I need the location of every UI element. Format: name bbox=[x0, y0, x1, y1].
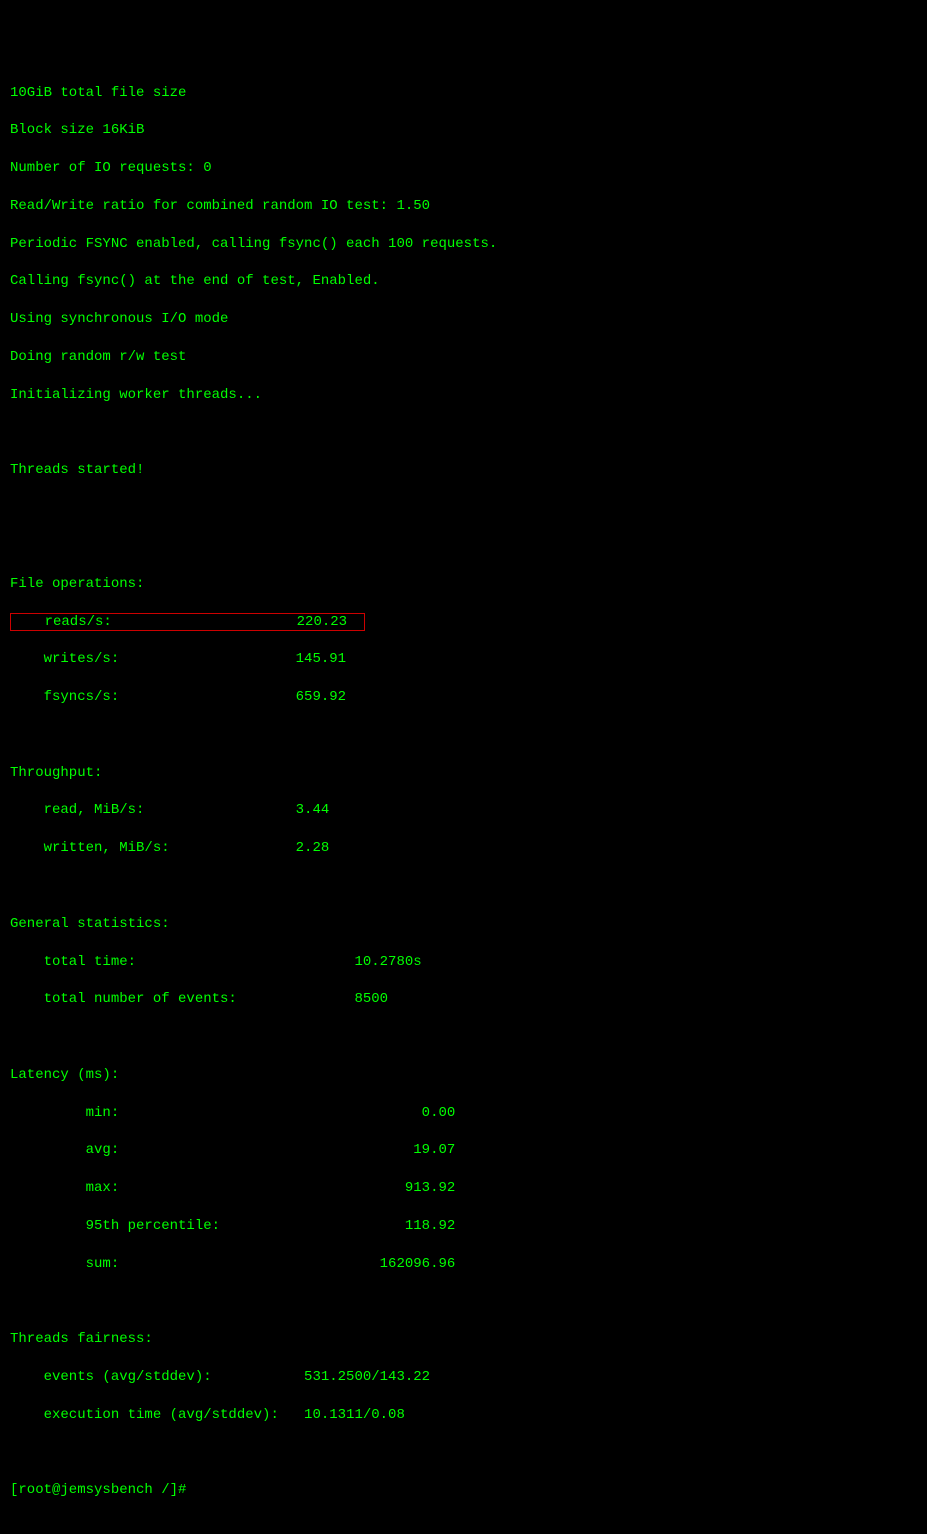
blank-line bbox=[10, 1028, 917, 1047]
shell-prompt: [root@jemsysbench /]# bbox=[10, 1482, 195, 1498]
line-rw-ratio: Read/Write ratio for combined random IO … bbox=[10, 197, 917, 216]
line-fsync-periodic: Periodic FSYNC enabled, calling fsync() … bbox=[10, 235, 917, 254]
general-stats-time-row: total time: 10.2780s bbox=[10, 953, 917, 972]
latency-avg-row: avg: 19.07 bbox=[10, 1141, 917, 1160]
line-total-file-size: 10GiB total file size bbox=[10, 84, 917, 103]
general-stats-events-row: total number of events: 8500 bbox=[10, 990, 917, 1009]
latency-max-row: max: 913.92 bbox=[10, 1179, 917, 1198]
latency-title: Latency (ms): bbox=[10, 1066, 917, 1085]
threads-fairness-title: Threads fairness: bbox=[10, 1330, 917, 1349]
threads-fairness-events-row: events (avg/stddev): 531.2500/143.22 bbox=[10, 1368, 917, 1387]
shell-prompt-line[interactable]: [root@jemsysbench /]# bbox=[10, 1481, 917, 1500]
file-operations-title: File operations: bbox=[10, 575, 917, 594]
blank-line bbox=[10, 499, 917, 518]
line-test-type: Doing random r/w test bbox=[10, 348, 917, 367]
file-ops-fsyncs-row: fsyncs/s: 659.92 bbox=[10, 688, 917, 707]
general-stats-title: General statistics: bbox=[10, 915, 917, 934]
latency-percentile-row: 95th percentile: 118.92 bbox=[10, 1217, 917, 1236]
blank-line bbox=[10, 726, 917, 745]
blank-line bbox=[10, 424, 917, 443]
latency-min-row: min: 0.00 bbox=[10, 1104, 917, 1123]
blank-line bbox=[10, 1293, 917, 1312]
blank-line bbox=[10, 877, 917, 896]
line-threads-started: Threads started! bbox=[10, 461, 917, 480]
line-fsync-end: Calling fsync() at the end of test, Enab… bbox=[10, 272, 917, 291]
file-ops-writes-row: writes/s: 145.91 bbox=[10, 650, 917, 669]
line-init-workers: Initializing worker threads... bbox=[10, 386, 917, 405]
line-io-requests: Number of IO requests: 0 bbox=[10, 159, 917, 178]
file-ops-reads-row: reads/s: 220.23 bbox=[10, 613, 917, 632]
blank-line bbox=[10, 1444, 917, 1463]
throughput-read-row: read, MiB/s: 3.44 bbox=[10, 801, 917, 820]
threads-fairness-exec-row: execution time (avg/stddev): 10.1311/0.0… bbox=[10, 1406, 917, 1425]
throughput-title: Throughput: bbox=[10, 764, 917, 783]
reads-highlight-box: reads/s: 220.23 bbox=[10, 613, 365, 632]
line-block-size: Block size 16KiB bbox=[10, 121, 917, 140]
latency-sum-row: sum: 162096.96 bbox=[10, 1255, 917, 1274]
blank-line bbox=[10, 537, 917, 556]
line-io-mode: Using synchronous I/O mode bbox=[10, 310, 917, 329]
throughput-written-row: written, MiB/s: 2.28 bbox=[10, 839, 917, 858]
